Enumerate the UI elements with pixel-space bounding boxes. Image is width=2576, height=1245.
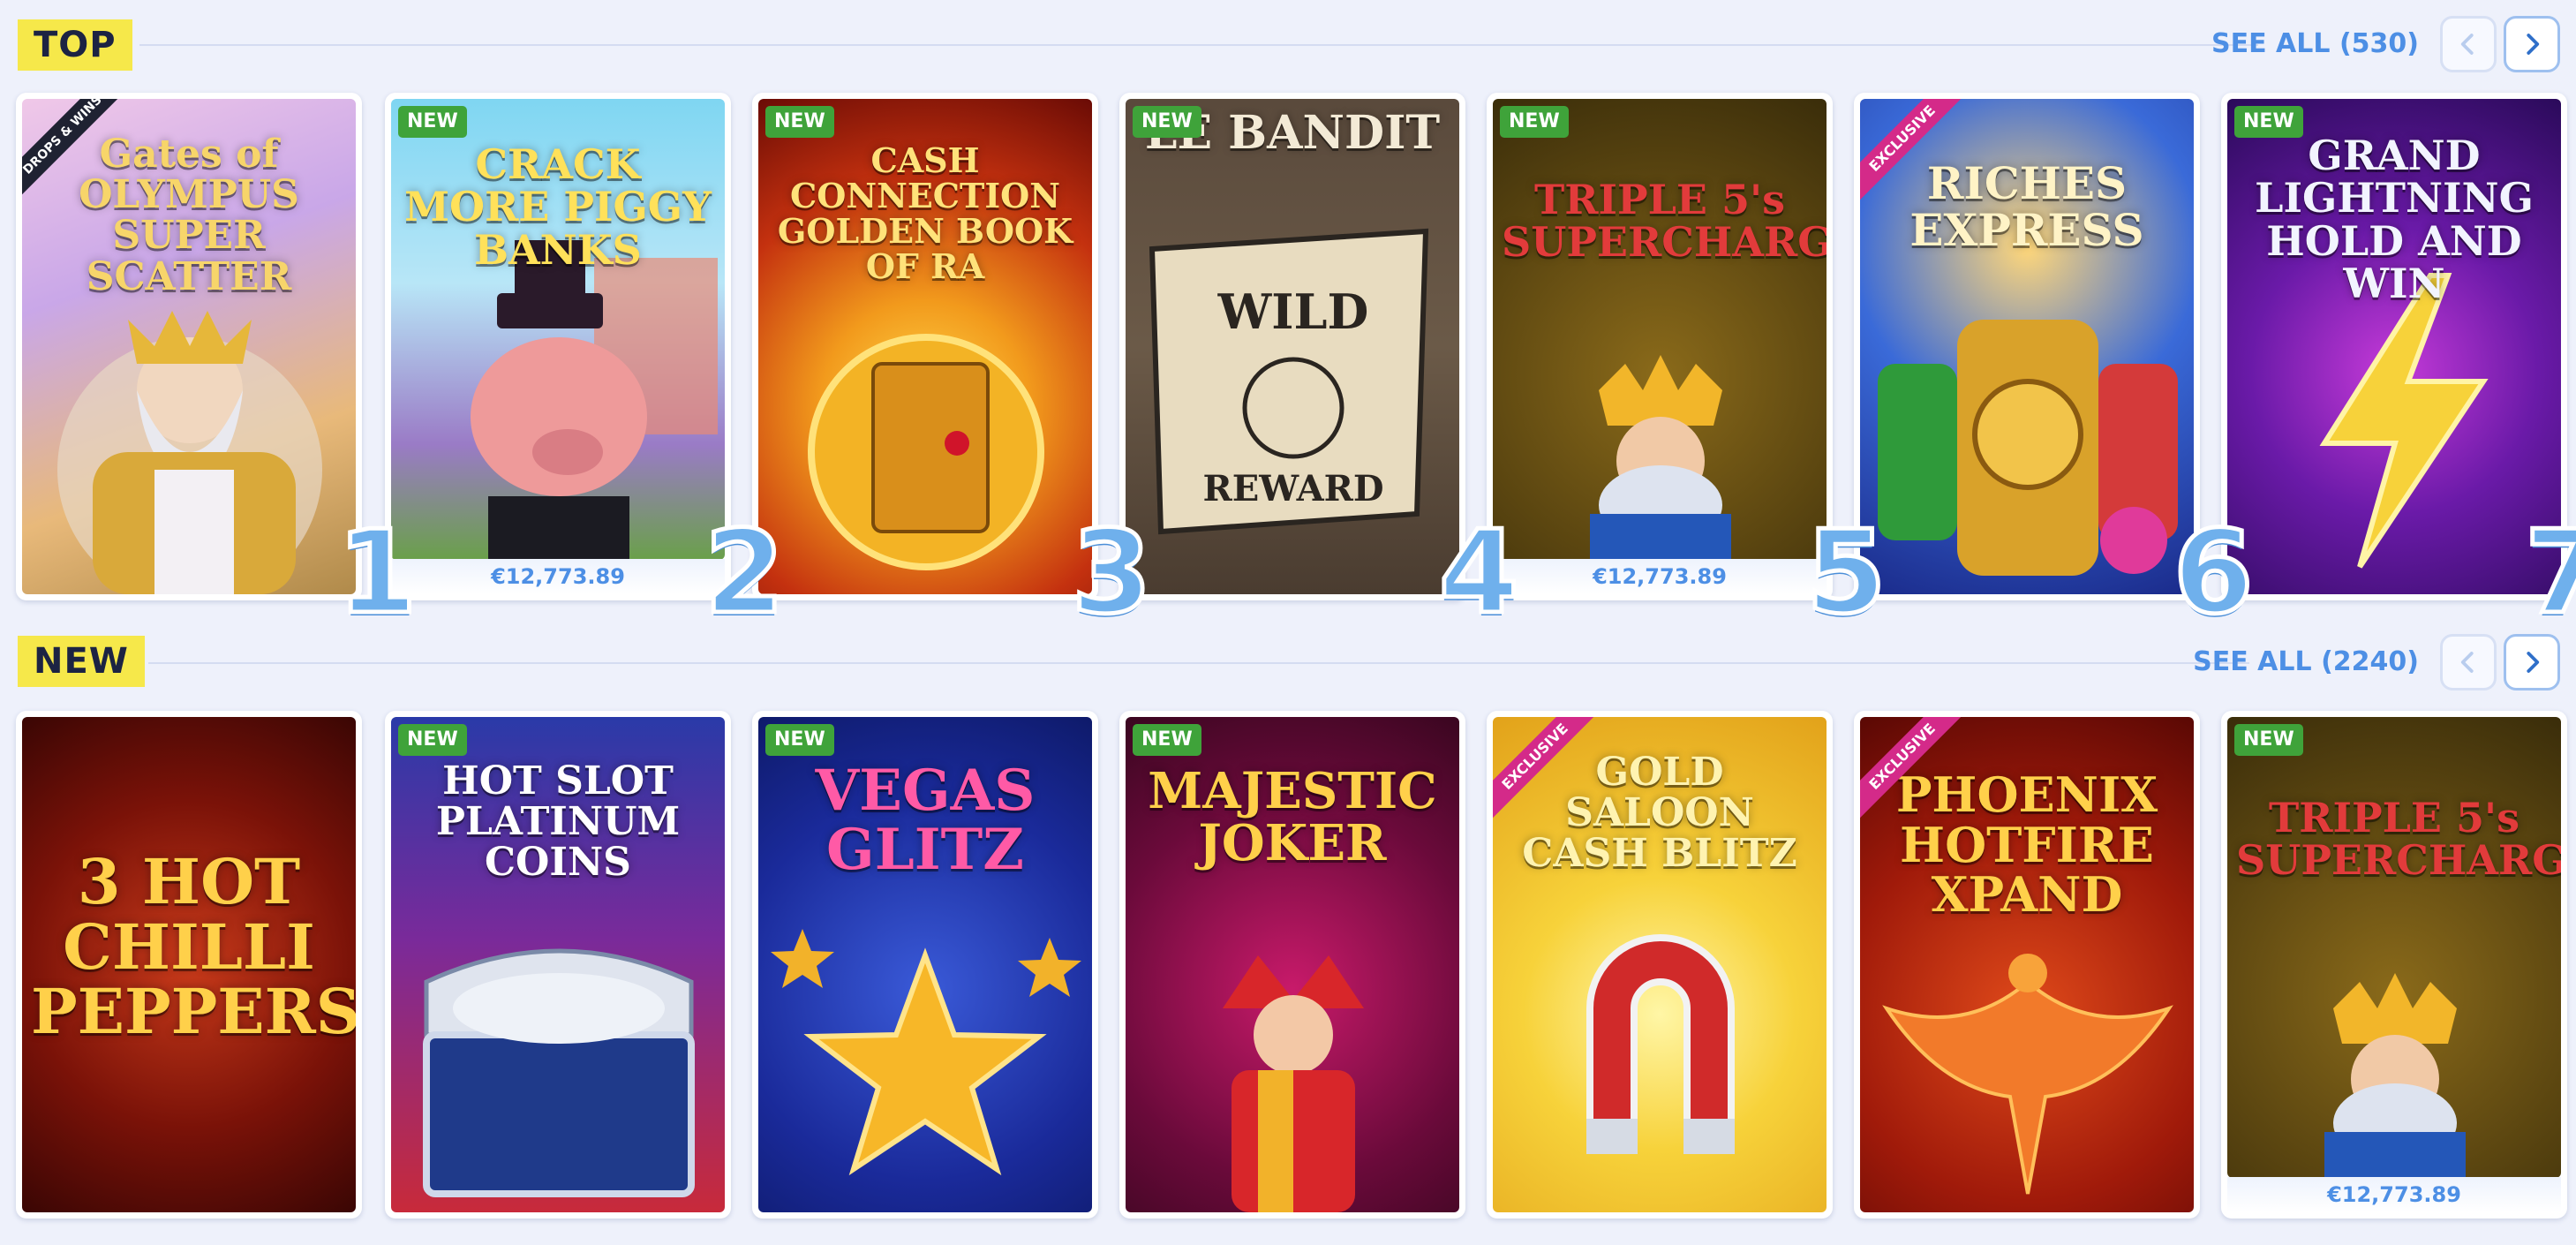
game-thumbnail: NEW TRIPLE 5's SUPERCHARGED bbox=[1493, 99, 1827, 560]
top-games-row: DROPS & WINS Gates of OLYMPUS SUPER SCAT… bbox=[16, 93, 2576, 632]
chevron-left-icon bbox=[2460, 34, 2474, 55]
game-title: GRAND LIGHTNING HOLD AND WIN bbox=[2255, 132, 2534, 307]
game-tile[interactable]: EXCLUSIVE RICHES EXPRESS bbox=[1854, 93, 2200, 600]
game-thumbnail: EXCLUSIVE GOLD SALOON CASH BLITZ bbox=[1493, 717, 1827, 1212]
game-tile[interactable]: NEW HOT SLOT PLATINUM COINS bbox=[385, 711, 731, 1219]
game-tile[interactable]: NEW VEGAS GLITZ bbox=[752, 711, 1098, 1219]
game-thumbnail: NEW HOT SLOT PLATINUM COINS bbox=[391, 717, 725, 1212]
divider bbox=[148, 662, 2249, 664]
new-badge: NEW bbox=[765, 724, 834, 756]
game-title: VEGAS GLITZ bbox=[815, 758, 1036, 884]
new-badge: NEW bbox=[2234, 724, 2303, 756]
carousel-prev-button[interactable] bbox=[2440, 634, 2497, 690]
section-title: NEW bbox=[18, 636, 145, 687]
game-tile[interactable]: WILD REWARD NEW LE BANDIT bbox=[1119, 93, 1465, 600]
game-thumbnail: EXCLUSIVE RICHES EXPRESS bbox=[1860, 99, 2194, 594]
game-thumbnail: NEW VEGAS GLITZ bbox=[758, 717, 1092, 1212]
game-title: GOLD SALOON CASH BLITZ bbox=[1522, 750, 1797, 877]
jackpot-amount: €12,773.89 bbox=[1493, 559, 1827, 594]
game-thumbnail: NEW CASH CONNECTION GOLDEN BOOK OF RA bbox=[758, 99, 1092, 594]
game-thumbnail: 3 HOT CHILLI PEPPERS bbox=[22, 717, 356, 1212]
chevron-left-icon bbox=[2460, 652, 2474, 673]
game-thumbnail: DROPS & WINS Gates of OLYMPUS SUPER SCAT… bbox=[22, 99, 356, 594]
game-thumbnail: NEW GRAND LIGHTNING HOLD AND WIN bbox=[2227, 99, 2561, 594]
new-badge: NEW bbox=[398, 724, 467, 756]
game-thumbnail: NEW TRIPLE 5's SUPERCHARGED bbox=[2227, 717, 2561, 1178]
game-title: TRIPLE 5's SUPERCHARGED bbox=[2236, 794, 2561, 885]
new-badge: NEW bbox=[398, 106, 467, 138]
game-tile[interactable]: NEW CRACK MORE PIGGY BANKS €12,773.89 bbox=[385, 93, 731, 600]
see-all-link[interactable]: SEE ALL (530) bbox=[2211, 25, 2419, 64]
jackpot-amount: €12,773.89 bbox=[2227, 1177, 2561, 1212]
section-title: TOP bbox=[18, 19, 132, 71]
new-games-row: 3 HOT CHILLI PEPPERS NEW HOT SLOT PLATIN… bbox=[16, 711, 2576, 1223]
new-badge: NEW bbox=[1500, 106, 1569, 138]
chevron-right-icon bbox=[2527, 34, 2540, 55]
new-badge: NEW bbox=[765, 106, 834, 138]
wanted-poster-illustration: WILD REWARD bbox=[1149, 228, 1429, 535]
game-title: CASH CONNECTION GOLDEN BOOK OF RA bbox=[777, 140, 1073, 286]
game-tile[interactable]: NEW CASH CONNECTION GOLDEN BOOK OF RA bbox=[752, 93, 1098, 600]
carousel-next-button[interactable] bbox=[2504, 634, 2560, 690]
king-illustration bbox=[2324, 973, 2466, 1178]
game-tile[interactable]: EXCLUSIVE GOLD SALOON CASH BLITZ bbox=[1487, 711, 1833, 1219]
king-illustration bbox=[1590, 355, 1731, 560]
see-all-link[interactable]: SEE ALL (2240) bbox=[2193, 643, 2419, 682]
new-section-header: NEW SEE ALL (2240) bbox=[0, 618, 2576, 706]
new-badge: NEW bbox=[1133, 106, 1201, 138]
game-tile[interactable]: NEW TRIPLE 5's SUPERCHARGED €12,773.89 bbox=[2221, 711, 2567, 1219]
jackpot-amount: €12,773.89 bbox=[391, 559, 725, 594]
game-tile[interactable]: NEW TRIPLE 5's SUPERCHARGED €12,773.89 bbox=[1487, 93, 1833, 600]
top-section-header: TOP SEE ALL (530) bbox=[0, 0, 2576, 88]
game-title: RICHES EXPRESS bbox=[1909, 157, 2144, 256]
divider bbox=[139, 44, 2258, 46]
game-thumbnail: NEW MAJESTIC JOKER bbox=[1126, 717, 1459, 1212]
game-tile[interactable]: DROPS & WINS Gates of OLYMPUS SUPER SCAT… bbox=[16, 93, 362, 600]
game-title: CRACK MORE PIGGY BANKS bbox=[404, 140, 712, 274]
game-thumbnail: NEW CRACK MORE PIGGY BANKS bbox=[391, 99, 725, 560]
game-title: 3 HOT CHILLI PEPPERS bbox=[31, 845, 356, 1048]
game-title: TRIPLE 5's SUPERCHARGED bbox=[1502, 176, 1827, 267]
game-title: HOT SLOT PLATINUM COINS bbox=[435, 758, 681, 886]
new-badge: NEW bbox=[1133, 724, 1201, 756]
game-tile[interactable]: NEW MAJESTIC JOKER bbox=[1119, 711, 1465, 1219]
game-thumbnail: EXCLUSIVE PHOENIX HOTFIRE XPAND bbox=[1860, 717, 2194, 1212]
game-tile[interactable]: NEW GRAND LIGHTNING HOLD AND WIN bbox=[2221, 93, 2567, 600]
game-title: PHOENIX HOTFIRE XPAND bbox=[1895, 766, 2158, 924]
game-title: MAJESTIC JOKER bbox=[1148, 762, 1437, 872]
game-tile[interactable]: 3 HOT CHILLI PEPPERS bbox=[16, 711, 362, 1219]
svg-text:WILD: WILD bbox=[1217, 283, 1369, 340]
carousel-prev-button[interactable] bbox=[2440, 16, 2497, 72]
svg-text:REWARD: REWARD bbox=[1202, 468, 1383, 509]
game-tile[interactable]: EXCLUSIVE PHOENIX HOTFIRE XPAND bbox=[1854, 711, 2200, 1219]
new-badge: NEW bbox=[2234, 106, 2303, 138]
game-thumbnail: WILD REWARD NEW LE BANDIT bbox=[1126, 99, 1459, 594]
chevron-right-icon bbox=[2527, 652, 2540, 673]
game-title: Gates of OLYMPUS SUPER SCATTER bbox=[79, 132, 299, 299]
carousel-next-button[interactable] bbox=[2504, 16, 2560, 72]
